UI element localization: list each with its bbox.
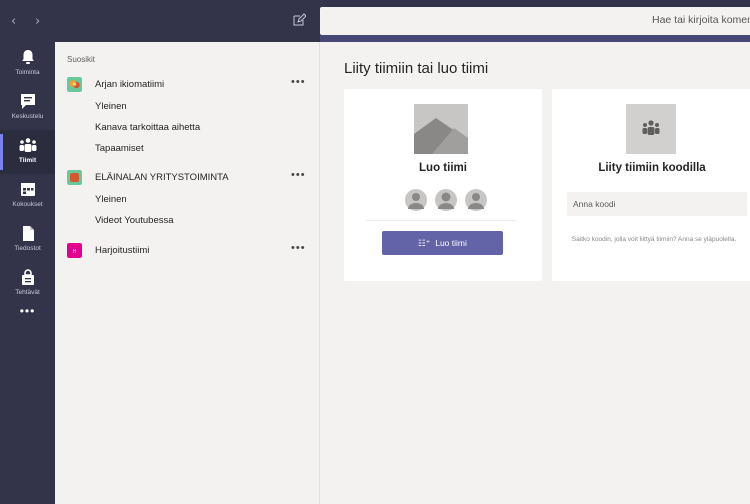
teams-icon [642,120,660,135]
compose-icon[interactable] [292,13,306,27]
channel-item[interactable]: Kanava tarkoittaa aihetta [95,122,200,133]
image-icon [414,104,468,154]
team-avatar: H [67,243,82,258]
rail-item-teams[interactable]: Tiimit [0,130,55,174]
people-icons [405,189,487,211]
back-button[interactable]: ‹ [11,14,16,29]
search-box[interactable]: Hae tai kirjoita komen [320,7,750,35]
svg-text:H: H [73,249,77,255]
rail-item-assignments[interactable]: Tehtävät [0,262,55,306]
rail-item-files[interactable]: Tiedostot [0,218,55,262]
rail-item-meetings[interactable]: Kokoukset [0,174,55,218]
create-team-card: Luo tiimi ☷⁺ Luo tiimi [344,89,542,281]
channel-item[interactable]: Videot Youtubessa [95,215,174,226]
rail-label: Kokoukset [12,201,43,208]
join-team-card: Liity tiimiin koodilla Saitko koodin, jo… [552,89,750,281]
title-bar: ‹ › Hae tai kirjoita komen [0,0,750,42]
channel-item[interactable]: Yleinen [95,101,127,112]
card-divider [366,220,516,221]
rail-item-activity[interactable]: Toiminta [0,42,55,86]
calendar-icon [20,183,35,196]
create-team-button-label: Luo tiimi [435,238,467,248]
add-people-icon: ☷⁺ [418,239,431,249]
team-row[interactable]: ELÄINALAN YRITYSTOIMINTA ••• [55,168,320,188]
team-image-placeholder [626,104,676,154]
assignments-icon [21,269,34,285]
team-avatar [67,77,82,92]
page-title: Liity tiimiin tai luo tiimi [344,60,489,77]
teams-panel: Suosikit Arjan ikiomatiimi ••• Yleinen K… [55,42,320,504]
teams-icon [19,138,36,152]
more-options-button[interactable]: ••• [291,169,306,181]
header-accent-bar [320,35,750,42]
rail-label: Tehtävät [15,289,40,296]
more-options-button[interactable]: ••• [291,76,306,88]
rail-label: Keskustelu [11,113,44,120]
forward-button[interactable]: › [35,14,40,29]
team-name: Harjoitustiimi [95,245,150,256]
search-placeholder: Hae tai kirjoita komen [652,14,750,26]
team-row[interactable]: Arjan ikiomatiimi ••• [55,75,320,95]
create-team-button[interactable]: ☷⁺ Luo tiimi [382,231,503,255]
main-content: Liity tiimiin tai luo tiimi Luo tiimi ☷⁺… [320,42,750,504]
team-code-input[interactable] [567,192,747,216]
favorites-heading: Suosikit [67,55,96,64]
team-name: ELÄINALAN YRITYSTOIMINTA [95,172,229,183]
app-rail: Toiminta Keskustelu Tiimit Kokoukset Tie… [0,42,55,504]
team-row[interactable]: H Harjoitustiimi ••• [55,241,320,261]
join-hint-text: Saitko koodin, jolla voit liittyä tiimii… [571,236,737,243]
team-avatar [67,170,82,185]
team-image-placeholder [414,104,468,154]
team-name: Arjan ikiomatiimi [95,79,165,90]
rail-item-chat[interactable]: Keskustelu [0,86,55,130]
files-icon [22,226,34,241]
channel-item[interactable]: Tapaamiset [95,143,144,154]
chat-icon [20,94,35,109]
rail-label: Tiedostot [14,245,41,252]
more-apps-button[interactable]: ••• [0,304,55,318]
rail-label: Tiimit [18,157,37,164]
rail-label: Toiminta [15,69,40,76]
channel-item[interactable]: Yleinen [95,194,127,205]
bell-icon [21,50,34,64]
join-team-title: Liity tiimiin koodilla [598,162,706,174]
create-team-title: Luo tiimi [419,162,467,174]
more-options-button[interactable]: ••• [291,242,306,254]
